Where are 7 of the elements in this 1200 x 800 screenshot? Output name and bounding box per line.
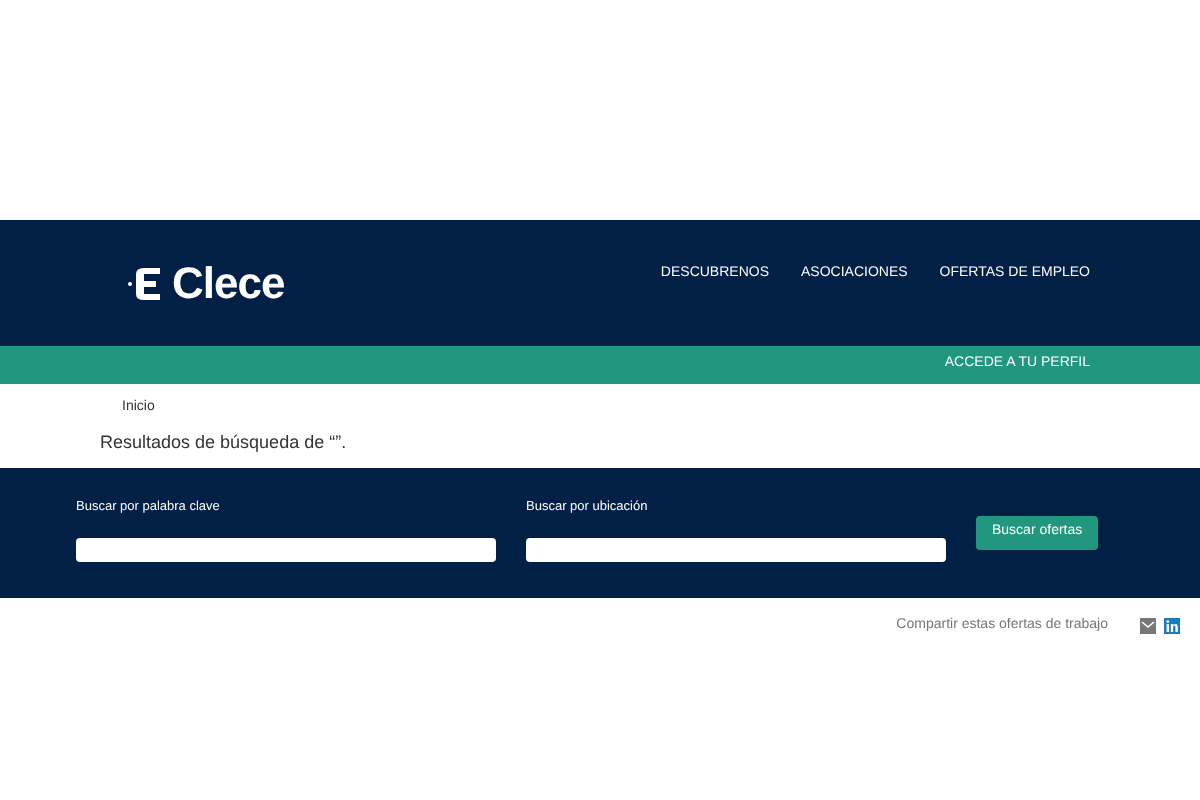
linkedin-icon[interactable] — [1164, 618, 1180, 635]
search-field[interactable] — [76, 537, 496, 562]
logo-icon — [128, 267, 164, 299]
search-field[interactable] — [526, 537, 946, 562]
logo-text[interactable]: Clece — [172, 250, 285, 316]
email-icon[interactable] — [1140, 618, 1156, 635]
results-title: Resultados de búsqueda de “”. — [98, 430, 349, 456]
